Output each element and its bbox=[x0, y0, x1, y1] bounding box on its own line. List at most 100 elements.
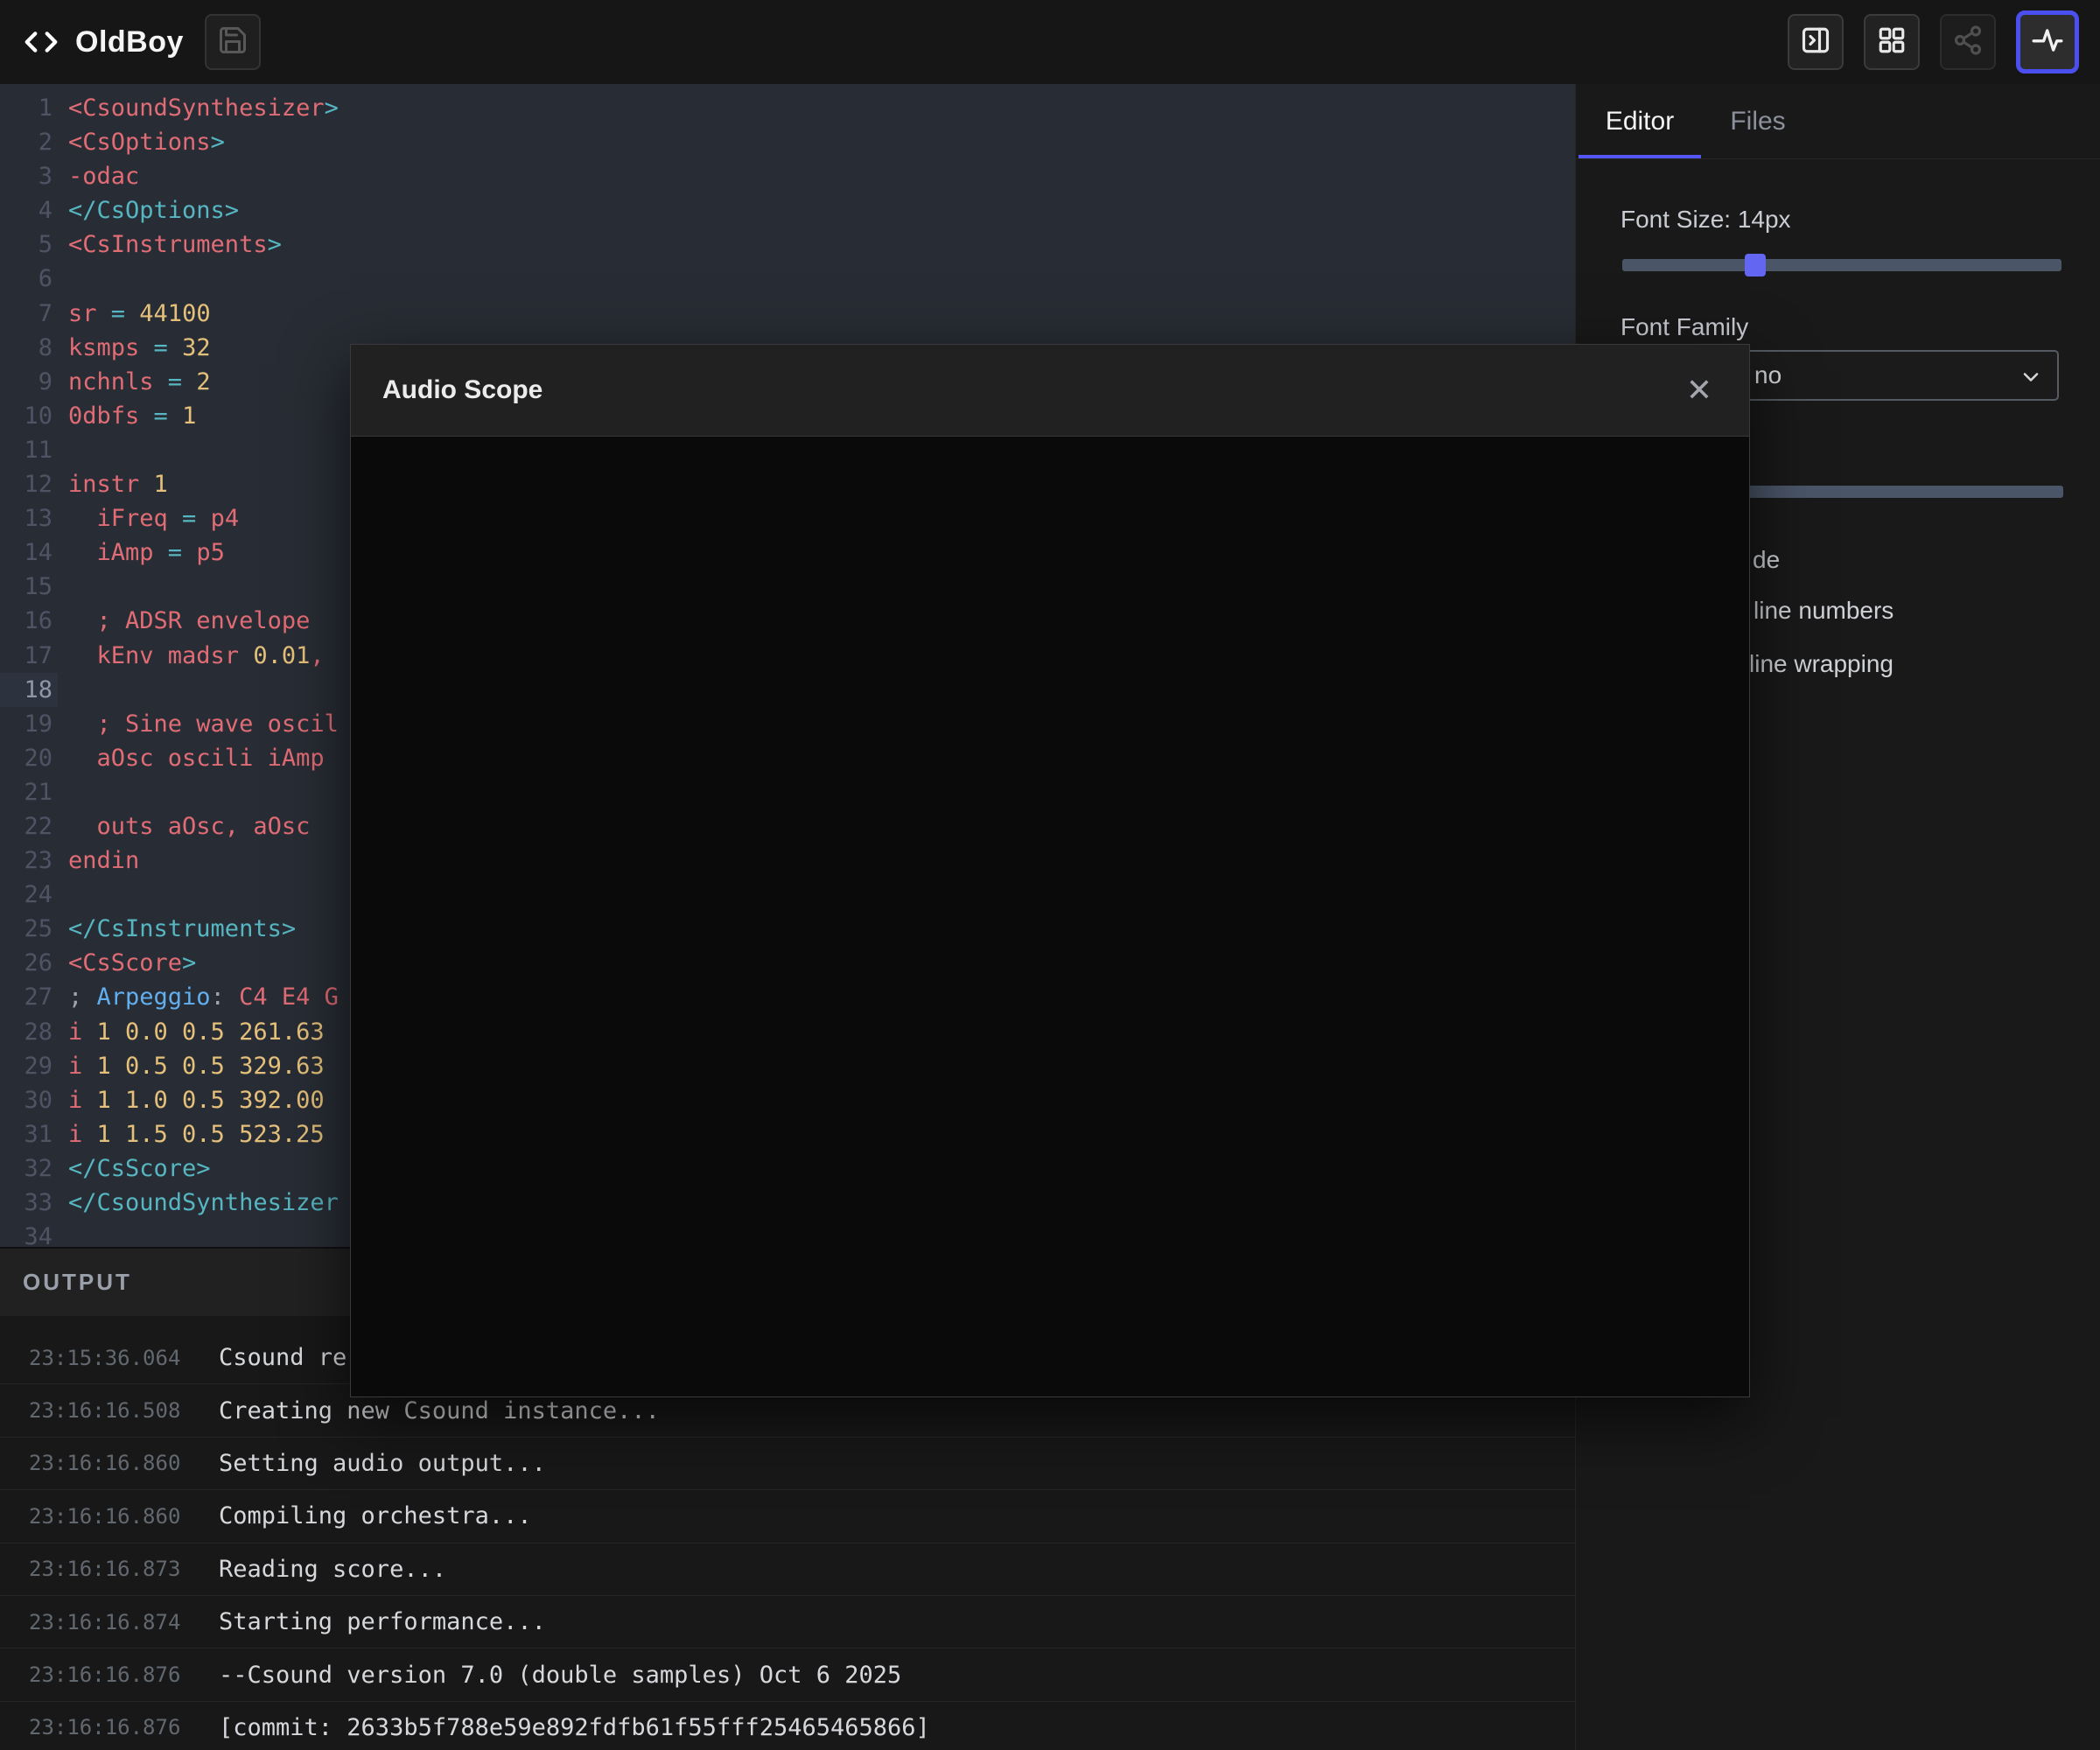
code-logo-icon bbox=[21, 22, 61, 62]
top-bar: OldBoy bbox=[0, 0, 2100, 84]
code-text: sr = 44100 bbox=[58, 297, 211, 331]
audio-scope-modal: Audio Scope ✕ bbox=[350, 344, 1750, 1397]
line-number: 4 bbox=[0, 193, 58, 228]
code-text: ; Arpeggio: C4 E4 G bbox=[58, 980, 339, 1014]
line-number: 3 bbox=[0, 159, 58, 193]
code-text: </CsInstruments> bbox=[58, 912, 296, 946]
app-title: OldBoy bbox=[75, 25, 184, 60]
line-number: 7 bbox=[0, 297, 58, 331]
code-text: i 1 0.5 0.5 329.63 bbox=[58, 1049, 325, 1083]
output-message: [commit: 2633b5f788e59e892fdfb61f55fff25… bbox=[219, 1714, 930, 1741]
code-text: i 1 0.0 0.5 261.63 bbox=[58, 1015, 325, 1049]
tab-files-label: Files bbox=[1730, 107, 1785, 136]
code-text: i 1 1.5 0.5 523.25 bbox=[58, 1117, 325, 1152]
sidebar-tabs: Editor Files bbox=[1576, 84, 2100, 159]
layout-grid-icon bbox=[1876, 24, 1908, 60]
line-number: 16 bbox=[0, 604, 58, 638]
output-timestamp: 23:16:16.874 bbox=[0, 1610, 219, 1634]
code-text: <CsInstruments> bbox=[58, 228, 282, 262]
tab-editor-label: Editor bbox=[1606, 107, 1674, 136]
code-text bbox=[58, 878, 68, 912]
output-message: Setting audio output... bbox=[219, 1450, 546, 1477]
output-message: Reading score... bbox=[219, 1556, 446, 1583]
code-text: 0dbfs = 1 bbox=[58, 399, 196, 433]
code-text: ; ADSR envelope bbox=[58, 604, 310, 638]
line-number: 22 bbox=[0, 809, 58, 844]
output-title: OUTPUT bbox=[23, 1269, 132, 1296]
code-line[interactable]: 5<CsInstruments> bbox=[0, 228, 1575, 262]
code-text: endin bbox=[58, 844, 139, 878]
code-line[interactable]: 2<CsOptions> bbox=[0, 125, 1575, 159]
output-timestamp: 23:16:16.873 bbox=[0, 1557, 219, 1581]
font-family-value: no bbox=[1754, 352, 1782, 399]
code-text: kEnv madsr 0.01, bbox=[58, 639, 325, 673]
line-number: 29 bbox=[0, 1049, 58, 1083]
line-number: 25 bbox=[0, 912, 58, 946]
code-line[interactable]: 3-odac bbox=[0, 159, 1575, 193]
code-line[interactable]: 4</CsOptions> bbox=[0, 193, 1575, 228]
panel-right-button[interactable] bbox=[1788, 14, 1844, 70]
code-text bbox=[58, 570, 68, 604]
code-text bbox=[58, 433, 68, 467]
code-text: outs aOsc, aOsc bbox=[58, 809, 310, 844]
setting-label-fragment-line-wrapping: line wrapping bbox=[1749, 649, 1894, 679]
code-text bbox=[58, 262, 68, 296]
activity-icon bbox=[2031, 24, 2064, 61]
code-line[interactable]: 6 bbox=[0, 262, 1575, 296]
code-text: ksmps = 32 bbox=[58, 331, 211, 365]
code-text bbox=[58, 673, 68, 707]
line-number: 27 bbox=[0, 980, 58, 1014]
code-text: -odac bbox=[58, 159, 139, 193]
code-line[interactable]: 7sr = 44100 bbox=[0, 297, 1575, 331]
line-number: 17 bbox=[0, 639, 58, 673]
output-timestamp: 23:16:16.860 bbox=[0, 1504, 219, 1529]
layout-grid-button[interactable] bbox=[1864, 14, 1920, 70]
font-size-slider-thumb[interactable] bbox=[1745, 254, 1766, 276]
save-button[interactable] bbox=[205, 14, 261, 70]
code-text: </CsOptions> bbox=[58, 193, 239, 228]
app-window: OldBoy bbox=[0, 0, 2100, 1750]
audio-scope-button[interactable] bbox=[2016, 10, 2079, 74]
output-row: 23:16:16.873Reading score... bbox=[0, 1544, 1575, 1596]
code-line[interactable]: 1<CsoundSynthesizer> bbox=[0, 91, 1575, 125]
line-number: 15 bbox=[0, 570, 58, 604]
line-number: 18 bbox=[0, 673, 58, 707]
line-number: 34 bbox=[0, 1220, 58, 1247]
toolbar bbox=[1788, 10, 2079, 74]
line-number: 1 bbox=[0, 91, 58, 125]
output-row: 23:16:16.860Compiling orchestra... bbox=[0, 1490, 1575, 1543]
line-number: 8 bbox=[0, 331, 58, 365]
tab-editor[interactable]: Editor bbox=[1578, 84, 1701, 158]
code-text: iFreq = p4 bbox=[58, 501, 239, 536]
share-button[interactable] bbox=[1940, 14, 1996, 70]
code-text: <CsOptions> bbox=[58, 125, 225, 159]
close-icon[interactable]: ✕ bbox=[1686, 374, 1712, 406]
line-number: 5 bbox=[0, 228, 58, 262]
modal-title: Audio Scope bbox=[382, 375, 542, 405]
line-number: 26 bbox=[0, 946, 58, 980]
code-text: aOsc oscili iAmp bbox=[58, 741, 325, 775]
output-timestamp: 23:16:16.876 bbox=[0, 1715, 219, 1740]
line-number: 10 bbox=[0, 399, 58, 433]
output-timestamp: 23:16:16.508 bbox=[0, 1398, 219, 1423]
font-size-slider[interactable] bbox=[1622, 259, 2062, 271]
code-text bbox=[58, 1220, 68, 1247]
code-text: instr 1 bbox=[58, 467, 168, 501]
font-size-label: Font Size: 14px bbox=[1620, 205, 1791, 234]
code-text: i 1 1.0 0.5 392.00 bbox=[58, 1083, 325, 1117]
output-timestamp: 23:16:16.860 bbox=[0, 1451, 219, 1475]
output-timestamp: 23:15:36.064 bbox=[0, 1346, 219, 1370]
output-row: 23:16:16.860Setting audio output... bbox=[0, 1438, 1575, 1490]
output-message: Starting performance... bbox=[219, 1608, 546, 1635]
line-number: 31 bbox=[0, 1117, 58, 1152]
tab-files[interactable]: Files bbox=[1701, 84, 1815, 158]
code-text: <CsScore> bbox=[58, 946, 196, 980]
code-text: ; Sine wave oscil bbox=[58, 707, 339, 741]
setting-label-fragment-mode: de bbox=[1753, 545, 1780, 575]
line-number: 24 bbox=[0, 878, 58, 912]
line-number: 14 bbox=[0, 536, 58, 570]
save-icon bbox=[217, 24, 248, 60]
line-number: 20 bbox=[0, 741, 58, 775]
code-text: nchnls = 2 bbox=[58, 365, 211, 399]
output-message: Csound re bbox=[219, 1344, 346, 1371]
